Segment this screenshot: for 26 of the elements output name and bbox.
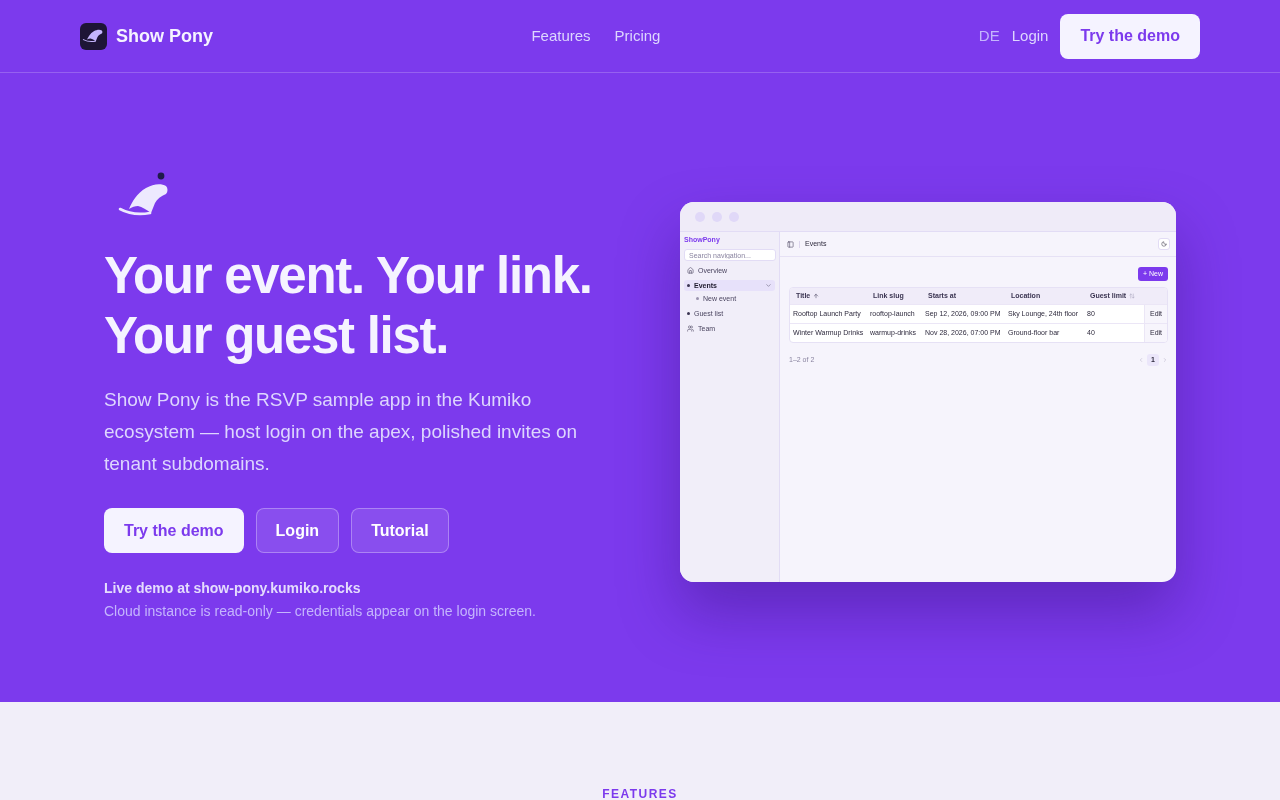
hero-button[interactable]: Login bbox=[255, 508, 340, 553]
chevron-down-icon[interactable] bbox=[765, 282, 772, 289]
sidebar-toggle-icon[interactable] bbox=[787, 240, 794, 248]
demo-note: Live demo at show-pony.kumiko.rocks bbox=[104, 579, 361, 598]
section-eyebrow: FEATURES bbox=[602, 788, 678, 800]
theme-toggle-button[interactable] bbox=[1158, 238, 1170, 250]
demo-subnote: Cloud instance is read-only — credentials appear on the login screen. bbox=[104, 602, 536, 621]
moon-icon bbox=[1161, 241, 1167, 247]
sort-icon bbox=[1129, 293, 1136, 299]
bullet-icon bbox=[687, 312, 690, 315]
arrow-up-icon bbox=[813, 293, 820, 299]
try-demo-button[interactable]: Try the demo bbox=[1060, 13, 1200, 59]
users-icon bbox=[687, 325, 694, 332]
login-link[interactable]: Login bbox=[1011, 24, 1049, 48]
home-icon bbox=[687, 267, 694, 274]
hero-button[interactable]: Tutorial bbox=[351, 508, 449, 553]
nav-link[interactable]: Features bbox=[531, 24, 591, 48]
bullet-icon bbox=[696, 297, 699, 300]
hero-description: Show Pony is the RSVP sample app in the Kumiko ecosystem — host login on the apex, polished invites on tenant subdomains. bbox=[104, 388, 579, 476]
hero-button[interactable]: Try the demo bbox=[104, 508, 244, 553]
logo-icon bbox=[117, 172, 169, 216]
headline: Your event. Your link. Your guest list. bbox=[104, 246, 593, 366]
logo-icon[interactable] bbox=[80, 22, 107, 50]
nav-link[interactable]: Pricing bbox=[614, 24, 661, 48]
bullet-icon bbox=[687, 284, 690, 287]
brand-name[interactable]: Show Pony bbox=[116, 22, 213, 50]
